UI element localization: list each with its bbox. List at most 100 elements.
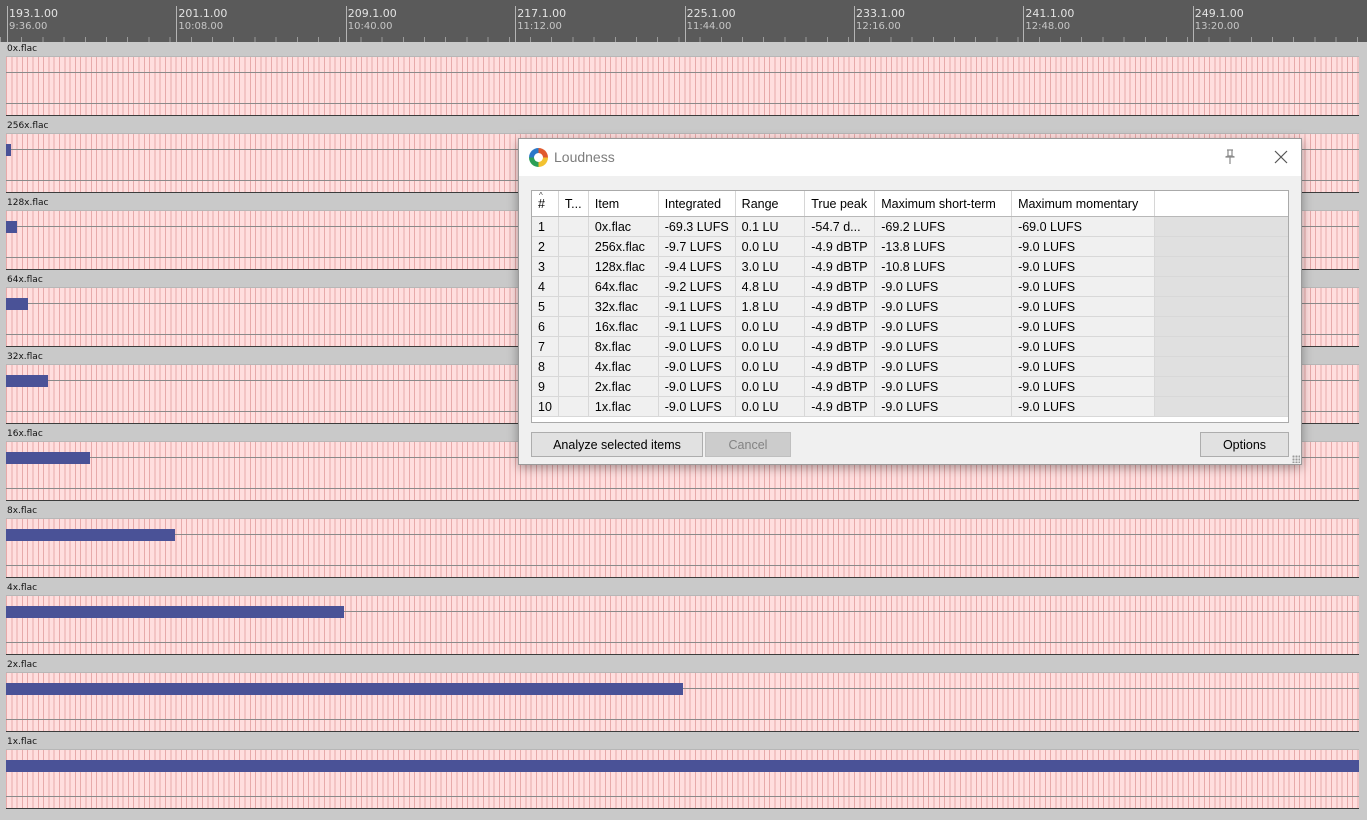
reaper-logo-icon xyxy=(529,148,548,167)
table-cell: -4.9 dBTP xyxy=(804,356,876,377)
pin-icon[interactable] xyxy=(1220,147,1240,167)
analyze-selected-items-button[interactable]: Analyze selected items xyxy=(531,432,703,457)
waveform-line xyxy=(6,565,1359,566)
table-cell: 4.8 LU xyxy=(735,276,806,297)
column-header[interactable]: True peak xyxy=(804,191,876,217)
ruler-major-tick xyxy=(1192,6,1194,42)
table-cell xyxy=(558,236,589,257)
ruler-major-tick xyxy=(515,6,517,42)
media-item[interactable] xyxy=(6,56,1359,116)
track[interactable]: 2x.flac xyxy=(6,659,1359,736)
table-cell-filler xyxy=(1154,276,1288,297)
table-cell: -69.2 LUFS xyxy=(874,216,1013,237)
table-row[interactable]: 5 32x.flac -9.1 LUFS 1.8 LU -4.9 dBTP -9.0 LU… xyxy=(532,296,1288,317)
table-cell xyxy=(558,336,589,357)
waveform-line xyxy=(6,72,1359,73)
column-header-filler xyxy=(1154,191,1288,217)
table-cell: 3.0 LU xyxy=(735,256,806,277)
table-cell: -10.8 LUFS xyxy=(874,256,1013,277)
ruler-time-label: 13:20.00 xyxy=(1194,21,1240,32)
ruler-measure-label: 193.1.00 xyxy=(9,7,58,20)
waveform-line xyxy=(6,488,1359,489)
table-cell xyxy=(558,296,589,317)
dialog-title: Loudness xyxy=(554,149,615,165)
column-header[interactable]: Range xyxy=(735,191,806,217)
table-cell-filler xyxy=(1154,356,1288,377)
column-header[interactable]: Integrated xyxy=(658,191,736,217)
loudness-bar xyxy=(6,452,90,464)
table-cell: -4.9 dBTP xyxy=(804,336,876,357)
table-row[interactable]: 7 8x.flac -9.0 LUFS 0.0 LU -4.9 dBTP -9.0 LUF… xyxy=(532,336,1288,357)
ruler-measure-label: 209.1.00 xyxy=(347,7,397,20)
table-cell: 4x.flac xyxy=(588,356,659,377)
table-row[interactable]: 4 64x.flac -9.2 LUFS 4.8 LU -4.9 dBTP -9.0 LU… xyxy=(532,276,1288,297)
table-row[interactable]: 2 256x.flac -9.7 LUFS 0.0 LU -4.9 dBTP -13.8 … xyxy=(532,236,1288,257)
ruler-major-tick xyxy=(7,6,8,42)
media-item[interactable] xyxy=(6,672,1359,732)
timeline-ruler[interactable]: 193.1.00 9:36.00 201.1.00 10:08.00 209.1.00 1… xyxy=(0,0,1367,42)
loudness-dialog: Loudness # ^ T... Item Integrated Range True p… xyxy=(518,138,1302,465)
table-cell: 10 xyxy=(532,396,559,417)
waveform-line xyxy=(6,796,1359,797)
table-cell: -9.0 LUFS xyxy=(1011,336,1155,357)
table-cell: -9.0 LUFS xyxy=(1011,396,1155,417)
media-item[interactable] xyxy=(6,595,1359,655)
loudness-table[interactable]: # ^ T... Item Integrated Range True peak Maximu… xyxy=(531,190,1289,423)
table-row[interactable]: 10 1x.flac -9.0 LUFS 0.0 LU -4.9 dBTP -9.0 LU… xyxy=(532,396,1288,417)
table-cell: 1.8 LU xyxy=(735,296,806,317)
table-cell: 16x.flac xyxy=(588,316,659,337)
table-cell: 0.0 LU xyxy=(735,336,806,357)
table-cell-filler xyxy=(1154,236,1288,257)
table-row[interactable]: 6 16x.flac -9.1 LUFS 0.0 LU -4.9 dBTP -9.0 LU… xyxy=(532,316,1288,337)
table-cell: 4 xyxy=(532,276,559,297)
track-name: 64x.flac xyxy=(7,275,43,285)
column-header[interactable]: T... xyxy=(558,191,589,217)
table-cell-filler xyxy=(1154,296,1288,317)
media-item[interactable] xyxy=(6,518,1359,578)
waveform-line xyxy=(6,642,1359,643)
table-row[interactable]: 1 0x.flac -69.3 LUFS 0.1 LU -54.7 d... -69.2 … xyxy=(532,216,1288,237)
track[interactable]: 8x.flac xyxy=(6,505,1359,582)
track[interactable]: 0x.flac xyxy=(6,43,1359,120)
column-header[interactable]: Item xyxy=(588,191,659,217)
options-button[interactable]: Options xyxy=(1200,432,1289,457)
column-header[interactable]: Maximum momentary xyxy=(1011,191,1155,217)
column-header[interactable]: # ^ xyxy=(532,191,559,217)
close-icon[interactable] xyxy=(1271,147,1291,167)
loudness-bar xyxy=(6,298,28,310)
table-cell: -4.9 dBTP xyxy=(804,276,876,297)
table-cell xyxy=(558,216,589,237)
table-row[interactable]: 8 4x.flac -9.0 LUFS 0.0 LU -4.9 dBTP -9.0 LUF… xyxy=(532,356,1288,377)
ruler-minor-ticks xyxy=(0,37,1367,42)
column-header[interactable]: Maximum short-term xyxy=(874,191,1013,217)
table-cell: -69.0 LUFS xyxy=(1011,216,1155,237)
table-cell: 64x.flac xyxy=(588,276,659,297)
track-name: 0x.flac xyxy=(7,44,38,54)
table-cell: 0.0 LU xyxy=(735,396,806,417)
loudness-bar xyxy=(6,144,11,156)
table-cell: 9 xyxy=(532,376,559,397)
ruler-measure-label: 249.1.00 xyxy=(1194,7,1244,20)
table-cell: -9.0 LUFS xyxy=(1011,236,1155,257)
ruler-time-label: 11:12.00 xyxy=(517,21,562,32)
waveform-line xyxy=(6,534,1359,535)
cancel-button[interactable]: Cancel xyxy=(705,432,791,457)
table-cell: 256x.flac xyxy=(588,236,659,257)
media-item[interactable] xyxy=(6,749,1359,809)
track[interactable]: 4x.flac xyxy=(6,582,1359,659)
track[interactable]: 1x.flac xyxy=(6,736,1359,813)
ruler-time-label: 9:36.00 xyxy=(9,21,48,32)
track-name: 4x.flac xyxy=(7,583,38,593)
table-cell: 8 xyxy=(532,356,559,377)
table-row[interactable]: 9 2x.flac -9.0 LUFS 0.0 LU -4.9 dBTP -9.0 LUF… xyxy=(532,376,1288,397)
table-cell: -9.7 LUFS xyxy=(658,236,736,257)
dialog-titlebar[interactable]: Loudness xyxy=(519,139,1301,176)
table-cell: -9.0 LUFS xyxy=(874,356,1013,377)
table-cell: -9.1 LUFS xyxy=(658,296,736,317)
table-cell: -69.3 LUFS xyxy=(658,216,736,237)
table-cell: -54.7 d... xyxy=(804,216,876,237)
table-cell: -4.9 dBTP xyxy=(804,376,876,397)
table-row[interactable]: 3 128x.flac -9.4 LUFS 3.0 LU -4.9 dBTP -10.8 … xyxy=(532,256,1288,277)
resize-grip[interactable] xyxy=(1292,455,1300,463)
table-cell-filler xyxy=(1154,376,1288,397)
